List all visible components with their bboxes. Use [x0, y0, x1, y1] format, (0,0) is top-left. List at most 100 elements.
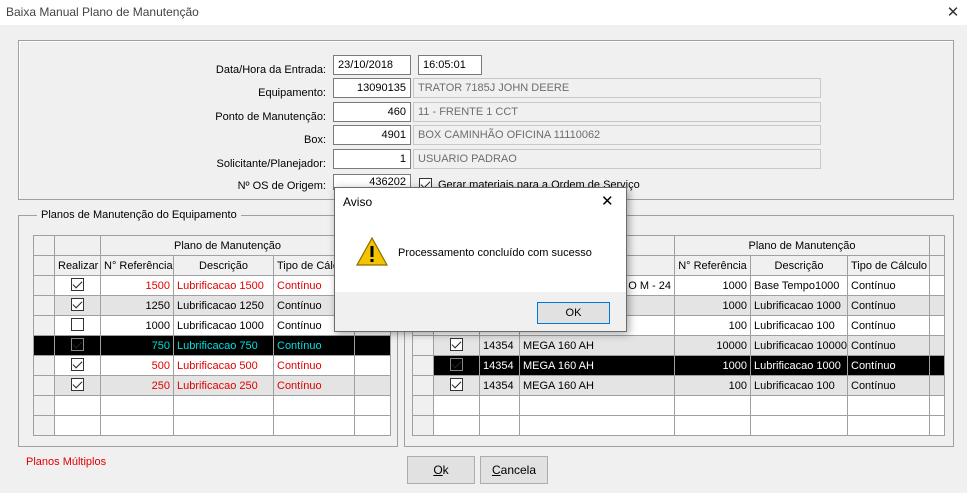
left-grid-corner	[33, 235, 55, 256]
realizar-checkbox[interactable]	[71, 297, 84, 311]
col-tipo-right[interactable]: Tipo de Cálculo	[846, 255, 931, 276]
empty-row	[412, 395, 946, 416]
ref-cell: 1250	[100, 295, 174, 316]
realizar-checkbox[interactable]	[71, 377, 84, 391]
realizar-checkbox[interactable]	[71, 357, 84, 371]
dialog-close-icon[interactable]: ✕	[601, 192, 614, 210]
date-field[interactable]: 23/10/2018	[333, 55, 411, 75]
solicitante-code-field[interactable]: 1	[333, 149, 411, 169]
box-code-field[interactable]: 4901	[333, 125, 411, 145]
ref-cell: 1000	[674, 295, 751, 316]
desc-cell: Base Tempo1000	[750, 275, 848, 296]
cancel-button-mnemonic: C	[491, 463, 501, 477]
col-ref-right[interactable]: N° Referência	[674, 255, 751, 276]
desc-cell: Lubrificacao 1000	[750, 295, 848, 316]
cancel-button-label: ancela	[500, 463, 537, 477]
equipment-desc-field: TRATOR 7185J JOHN DEERE	[413, 78, 821, 98]
desc-cell: Lubrificacao 100	[750, 315, 848, 336]
desc-cell: Lubrificacao 750	[173, 335, 274, 356]
col-desc[interactable]: Descrição	[173, 255, 274, 276]
col-desc-right[interactable]: Descrição	[750, 255, 848, 276]
close-icon[interactable]: ✕	[944, 3, 962, 21]
time-field[interactable]: 16:05:01	[418, 55, 482, 75]
tipo-cell: Contínuo	[846, 355, 931, 376]
tipo-cell: Contínuo	[846, 315, 931, 336]
realizar-checkbox[interactable]	[71, 277, 84, 291]
equipment-code-field[interactable]: 13090135	[333, 78, 411, 98]
os-origem-label: Nº OS de Origem:	[237, 180, 326, 192]
desc-cell: Lubrificacao 1000	[173, 315, 274, 336]
code-cell: 14354	[479, 355, 520, 376]
code-cell: 14354	[479, 335, 520, 356]
tipo-cell: Contínuo	[846, 375, 931, 396]
ref-cell: 1000	[674, 275, 751, 296]
ref-cell: 10000	[674, 335, 751, 356]
ref-cell: 500	[100, 355, 174, 376]
desc-cell: Lubrificacao 10000	[750, 335, 848, 356]
desc-cell: Lubrificacao 250	[173, 375, 274, 396]
title-bar: Baixa Manual Plano de Manutenção ✕	[0, 0, 967, 25]
table-row[interactable]: 14354 MEGA 160 AH 1000 Lubrificacao 1000…	[412, 355, 946, 376]
row-header	[33, 295, 55, 316]
table-row[interactable]: 750 Lubrificacao 750 Contínuo	[33, 335, 392, 356]
col-realizar[interactable]: Realizar	[54, 255, 101, 276]
dialog-message: Processamento concluído com sucesso	[398, 247, 592, 259]
dialog-ok-button[interactable]: OK	[537, 302, 610, 324]
row-header	[33, 275, 55, 296]
equipment-label: Equipamento:	[258, 87, 326, 99]
window-title: Baixa Manual Plano de Manutenção	[6, 5, 199, 19]
left-grid-corner-2	[33, 255, 55, 276]
realizar-checkbox[interactable]	[450, 357, 463, 371]
tipo-cell: Contínuo	[272, 355, 356, 376]
cancel-button[interactable]: Cancela	[480, 456, 548, 484]
ref-cell: 100	[674, 315, 751, 336]
desc-cell: Lubrificacao 1250	[173, 295, 274, 316]
ok-button[interactable]: Ok	[407, 456, 475, 484]
table-row[interactable]: 14354 MEGA 160 AH 10000 Lubrificacao 100…	[412, 335, 946, 356]
equip-cell: MEGA 160 AH	[519, 375, 675, 396]
realizar-checkbox[interactable]	[71, 317, 84, 331]
desc-cell: Lubrificacao 500	[173, 355, 274, 376]
code-cell: 14354	[479, 375, 520, 396]
empty-row	[412, 415, 946, 436]
col-ref[interactable]: N° Referência	[100, 255, 174, 276]
realizar-checkbox[interactable]	[71, 337, 84, 351]
ref-cell: 100	[674, 375, 751, 396]
desc-cell: Lubrificacao 1500	[173, 275, 274, 296]
table-row[interactable]: 500 Lubrificacao 500 Contínuo	[33, 355, 392, 376]
ref-cell: 250	[100, 375, 174, 396]
desc-cell: Lubrificacao 1000	[750, 355, 848, 376]
tipo-cell: Contínuo	[272, 375, 356, 396]
tipo-cell: Contínuo	[846, 335, 931, 356]
table-row[interactable]: 250 Lubrificacao 250 Contínuo	[33, 375, 392, 396]
planos-multiplos-link[interactable]: Planos Múltiplos	[26, 456, 106, 468]
ponto-label: Ponto de Manutenção:	[215, 111, 326, 123]
warning-icon	[356, 237, 388, 266]
tipo-cell: Contínuo	[272, 335, 356, 356]
equip-cell: MEGA 160 AH	[519, 355, 675, 376]
ref-cell: 750	[100, 335, 174, 356]
ok-button-label: k	[442, 463, 449, 477]
ref-cell: 1000	[100, 315, 174, 336]
ponto-code-field[interactable]: 460	[333, 102, 411, 122]
date-label: Data/Hora da Entrada:	[215, 64, 326, 76]
box-label: Box:	[303, 134, 326, 146]
ref-cell: 1000	[674, 355, 751, 376]
ok-button-mnemonic: O	[433, 463, 443, 477]
aviso-dialog: Aviso ✕ Processamento concluído com suce…	[334, 187, 627, 332]
solicitante-desc-field: USUARIO PADRAO	[413, 149, 821, 169]
dialog-title: Aviso	[343, 195, 373, 209]
box-desc-field: BOX CAMINHÃO OFICINA 11110062	[413, 125, 821, 145]
row-header	[33, 315, 55, 336]
empty-row	[33, 395, 392, 416]
row-header	[33, 335, 55, 356]
left-grid-band-empty	[54, 235, 101, 256]
tipo-cell: Contínuo	[846, 295, 931, 316]
planos-group-title: Planos de Manutenção do Equipamento	[37, 209, 241, 221]
tipo-cell: Contínuo	[846, 275, 931, 296]
realizar-checkbox[interactable]	[450, 337, 463, 351]
table-row[interactable]: 14354 MEGA 160 AH 100 Lubrificacao 100 C…	[412, 375, 946, 396]
empty-row	[33, 415, 392, 436]
ponto-desc-field: 11 - FRENTE 1 CCT	[413, 102, 821, 122]
realizar-checkbox[interactable]	[450, 377, 463, 391]
